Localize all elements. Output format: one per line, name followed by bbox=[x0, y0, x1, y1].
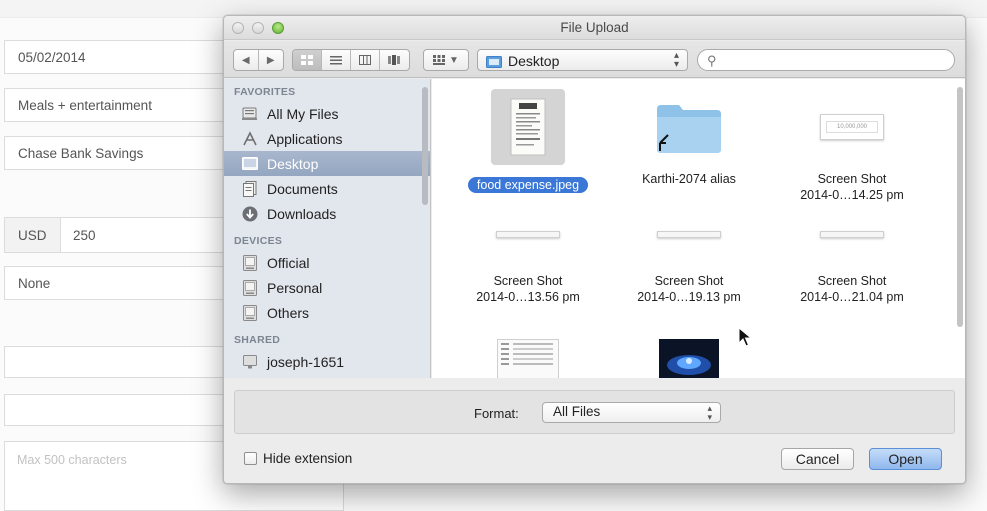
file-item-spreadsheet-image[interactable] bbox=[453, 339, 603, 378]
file-item-screenshot-1356[interactable]: Screen Shot 2014-0…13.56 pm bbox=[453, 219, 603, 305]
currency-selector[interactable]: USD bbox=[4, 217, 61, 253]
file-item-screenshot-2104[interactable]: Screen Shot 2014-0…21.04 pm bbox=[777, 219, 927, 305]
open-button[interactable]: Open bbox=[869, 448, 942, 470]
sidebar-item-label: Others bbox=[267, 304, 310, 321]
dialog-titlebar: File Upload bbox=[224, 16, 965, 40]
devices-header: DEVICES bbox=[234, 235, 283, 247]
back-button[interactable]: ◀ bbox=[234, 50, 259, 70]
icon-view-button[interactable] bbox=[293, 50, 322, 70]
file-item-screenshot-1913[interactable]: Screen Shot 2014-0…19.13 pm bbox=[614, 219, 764, 305]
updown-arrows-icon: ▴ ▾ bbox=[707, 403, 712, 422]
sidebar-item-applications[interactable]: Applications bbox=[224, 126, 430, 151]
updown-arrows-icon: ▴ ▾ bbox=[673, 50, 679, 70]
sidebar-item-others[interactable]: Others bbox=[224, 300, 430, 325]
sidebar-item-label: Applications bbox=[267, 130, 343, 147]
icon-grid-icon bbox=[301, 55, 313, 65]
file-item-food-expense[interactable]: food expense.jpeg bbox=[453, 89, 603, 193]
sidebar-scrollbar[interactable] bbox=[422, 87, 428, 205]
sidebar-item-personal[interactable]: Personal bbox=[224, 275, 430, 300]
file-item-karthi-alias[interactable]: Karthi-2074 alias bbox=[614, 89, 764, 187]
sidebar-item-label: Downloads bbox=[267, 205, 337, 222]
disk-icon bbox=[241, 304, 258, 321]
favorites-header: FAVORITES bbox=[234, 86, 296, 98]
shared-header: SHARED bbox=[234, 334, 281, 346]
format-select[interactable]: All Files ▴ ▾ bbox=[542, 402, 721, 423]
list-icon bbox=[330, 56, 342, 65]
arrange-menu-button[interactable]: ▼ bbox=[423, 49, 469, 71]
forward-button[interactable]: ▶ bbox=[259, 50, 283, 70]
file-name: food expense.jpeg bbox=[467, 177, 589, 193]
sidebar-item-label: All My Files bbox=[267, 105, 339, 122]
hide-extension-label: Hide extension bbox=[263, 451, 353, 466]
location-label: Desktop bbox=[508, 53, 560, 69]
screenshot-thumbnail bbox=[815, 219, 889, 249]
file-name: Screen Shot 2014-0…21.04 pm bbox=[800, 274, 904, 304]
image-icon bbox=[659, 339, 719, 378]
chevron-right-icon: ▶ bbox=[266, 54, 275, 66]
disk-icon bbox=[241, 279, 258, 296]
file-name: Screen Shot 2014-0…13.56 pm bbox=[476, 274, 580, 304]
columns-icon bbox=[359, 55, 371, 65]
receipt-image-thumbnail bbox=[491, 89, 565, 165]
mouse-cursor-icon bbox=[738, 327, 752, 347]
thumbnail-text: 10,000,000 bbox=[826, 121, 878, 133]
dropdown-arrow-icon: ▼ bbox=[449, 54, 459, 66]
spreadsheet-icon bbox=[497, 339, 559, 378]
folder-alias-thumbnail bbox=[652, 89, 726, 165]
network-computer-icon bbox=[241, 353, 258, 370]
file-upload-dialog: File Upload ◀ ▶ ▼ Desktop ▴ ▾ ⚲ FAVORITE… bbox=[223, 15, 966, 484]
screenshot-thumbnail bbox=[491, 219, 565, 249]
downloads-icon bbox=[241, 205, 258, 222]
documents-icon bbox=[241, 180, 258, 197]
cover-flow-button[interactable] bbox=[380, 50, 409, 70]
dark-image-thumbnail bbox=[652, 339, 726, 378]
sidebar-item-desktop[interactable]: Desktop bbox=[224, 151, 430, 176]
screenshot-thumbnail: 10,000,000 bbox=[815, 89, 889, 165]
cancel-button[interactable]: Cancel bbox=[781, 448, 854, 470]
sidebar-item-joseph-1651[interactable]: joseph-1651 bbox=[224, 349, 430, 374]
sidebar-item-label: joseph-1651 bbox=[267, 353, 345, 370]
arrange-grid-icon bbox=[433, 55, 446, 65]
sidebar-item-documents[interactable]: Documents bbox=[224, 176, 430, 201]
sidebar-item-label: Personal bbox=[267, 279, 323, 296]
all-files-icon bbox=[241, 105, 258, 122]
sidebar-item-label: Documents bbox=[267, 180, 338, 197]
file-name: Karthi-2074 alias bbox=[642, 172, 736, 186]
dialog-toolbar: ◀ ▶ ▼ Desktop ▴ ▾ ⚲ bbox=[224, 41, 965, 78]
cover-flow-icon bbox=[388, 55, 401, 65]
file-browser-grid: food expense.jpeg Karthi-2074 alias 10,0… bbox=[432, 79, 965, 378]
sidebar-item-label: Desktop bbox=[267, 155, 319, 172]
sidebar-item-downloads[interactable]: Downloads bbox=[224, 201, 430, 226]
desktop-folder-icon bbox=[486, 55, 502, 68]
hide-extension-control[interactable]: Hide extension bbox=[244, 451, 352, 466]
file-name: Screen Shot 2014-0…19.13 pm bbox=[637, 274, 741, 304]
search-icon: ⚲ bbox=[707, 53, 717, 68]
chevron-left-icon: ◀ bbox=[241, 54, 250, 66]
applications-icon bbox=[241, 130, 258, 147]
screenshot-thumbnail bbox=[652, 219, 726, 249]
format-value: All Files bbox=[553, 404, 601, 419]
view-mode-control bbox=[292, 49, 410, 71]
hide-extension-checkbox[interactable] bbox=[244, 452, 257, 465]
file-name: Screen Shot 2014-0…14.25 pm bbox=[800, 172, 904, 202]
receipt-icon bbox=[510, 98, 546, 156]
sidebar-item-official[interactable]: Official bbox=[224, 250, 430, 275]
dialog-title: File Upload bbox=[560, 20, 629, 35]
desktop-icon bbox=[241, 155, 258, 172]
list-view-button[interactable] bbox=[322, 50, 351, 70]
disk-icon bbox=[241, 254, 258, 271]
sidebar-item-all-my-files[interactable]: All My Files bbox=[224, 101, 430, 126]
file-item-screenshot-1425[interactable]: 10,000,000 Screen Shot 2014-0…14.25 pm bbox=[777, 89, 927, 203]
sidebar: FAVORITES All My Files Applications Desk… bbox=[224, 79, 431, 378]
location-popup[interactable]: Desktop ▴ ▾ bbox=[477, 49, 688, 71]
search-input[interactable]: ⚲ bbox=[697, 49, 955, 71]
folder-icon bbox=[657, 105, 721, 153]
spreadsheet-thumbnail bbox=[491, 339, 565, 378]
column-view-button[interactable] bbox=[351, 50, 380, 70]
back-forward-control: ◀ ▶ bbox=[233, 49, 284, 71]
format-label: Format: bbox=[474, 406, 519, 421]
sidebar-item-label: Official bbox=[267, 254, 310, 271]
file-grid-scrollbar[interactable] bbox=[957, 87, 963, 327]
format-panel: Format: All Files ▴ ▾ bbox=[234, 390, 955, 434]
